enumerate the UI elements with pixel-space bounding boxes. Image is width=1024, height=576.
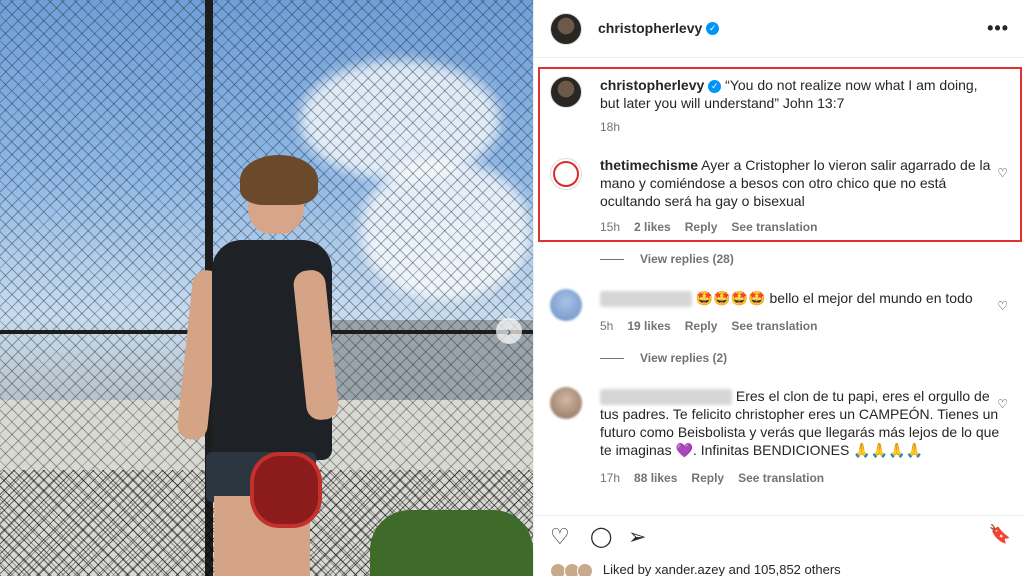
commenter-avatar[interactable] [550,158,582,190]
caption-time[interactable]: 18h [600,118,620,136]
chevron-right-icon: › [506,323,512,339]
baseball-glove [250,452,322,528]
author-avatar[interactable] [550,13,582,45]
liked-by-text[interactable]: Liked by xander.azey and 105,852 others [603,562,841,576]
share-paper-plane-icon[interactable]: ➢ [628,524,646,550]
save-bookmark-icon[interactable]: 🔖 [989,524,1011,545]
commenter-avatar[interactable] [550,387,582,419]
person-hair [240,155,318,205]
comment-item: thetimechisme Ayer a Cristopher lo viero… [550,156,1010,236]
caption: christopherlevy ✓ “You do not realize now… [550,76,1010,136]
verified-badge-icon: ✓ [708,79,722,93]
blurred-username [600,389,732,406]
comment-text-block: 🤩🤩🤩🤩 bello el mejor del mundo en todo [600,289,1000,308]
see-translation-button[interactable]: See translation [738,469,824,487]
see-translation-button[interactable]: See translation [731,317,817,335]
post-actions-bar: ♡ ◯ ➢ 🔖 [534,515,1024,555]
brand-logo-icon [553,161,579,187]
like-comment-heart-icon[interactable]: ♡ [997,395,1008,413]
like-heart-icon[interactable]: ♡ [550,524,570,550]
caption-avatar[interactable] [550,76,582,108]
view-replies-label: View replies (28) [640,252,734,266]
reply-button[interactable]: Reply [685,317,718,335]
caption-username[interactable]: christopherlevy [600,77,704,93]
divider-line [600,258,624,260]
comment-meta: 5h 19 likes Reply See translation [600,317,817,335]
author-name-row: christopherlevy ✓ [598,20,720,38]
comment-text: 🤩🤩🤩🤩 bello el mejor del mundo en todo [695,290,973,306]
post-photo: › [0,0,533,576]
view-replies-button[interactable]: View replies (28) [600,252,734,266]
view-replies-label: View replies (2) [640,351,728,365]
post-header: christopherlevy ✓ ••• [534,0,1024,58]
comment-bubble-icon[interactable]: ◯ [590,524,612,549]
carousel-next-button[interactable]: › [496,318,522,344]
bush [370,510,533,576]
view-replies-button[interactable]: View replies (2) [600,351,727,365]
liked-by-row: Liked by xander.azey and 105,852 others [550,562,841,576]
caption-meta: 18h [600,118,620,136]
commenter-avatar[interactable] [550,289,582,321]
comment-text-block: Eres el clon de tu papi, eres el orgullo… [600,387,1000,459]
more-options-icon[interactable]: ••• [987,18,1009,39]
comment-username[interactable]: thetimechisme [600,157,698,173]
comment-text-block: thetimechisme Ayer a Cristopher lo viero… [600,156,1000,210]
like-comment-heart-icon[interactable]: ♡ [997,297,1008,315]
comment-likes[interactable]: 2 likes [634,218,671,236]
reply-button[interactable]: Reply [691,469,724,487]
divider-line [600,357,624,359]
like-comment-heart-icon[interactable]: ♡ [997,164,1008,182]
comment-item: 🤩🤩🤩🤩 bello el mejor del mundo en todo ♡ … [550,289,1010,339]
see-translation-button[interactable]: See translation [731,218,817,236]
caption-text-block: christopherlevy ✓ “You do not realize now… [600,76,1000,112]
comment-meta: 15h 2 likes Reply See translation [600,218,817,236]
comment-likes[interactable]: 88 likes [634,469,677,487]
blurred-username [600,291,692,308]
reply-button[interactable]: Reply [685,218,718,236]
verified-badge-icon: ✓ [706,22,720,36]
comment-time[interactable]: 5h [600,317,613,335]
liker-avatar[interactable] [577,562,594,576]
comment-meta: 17h 88 likes Reply See translation [600,469,824,487]
comment-item: Eres el clon de tu papi, eres el orgullo… [550,387,1010,487]
comment-time[interactable]: 17h [600,469,620,487]
comment-likes[interactable]: 19 likes [627,317,670,335]
comment-time[interactable]: 15h [600,218,620,236]
post-sidebar: christopherlevy ✓ ••• christopherlevy ✓ “Y… [533,0,1024,576]
author-username[interactable]: christopherlevy [598,20,702,36]
